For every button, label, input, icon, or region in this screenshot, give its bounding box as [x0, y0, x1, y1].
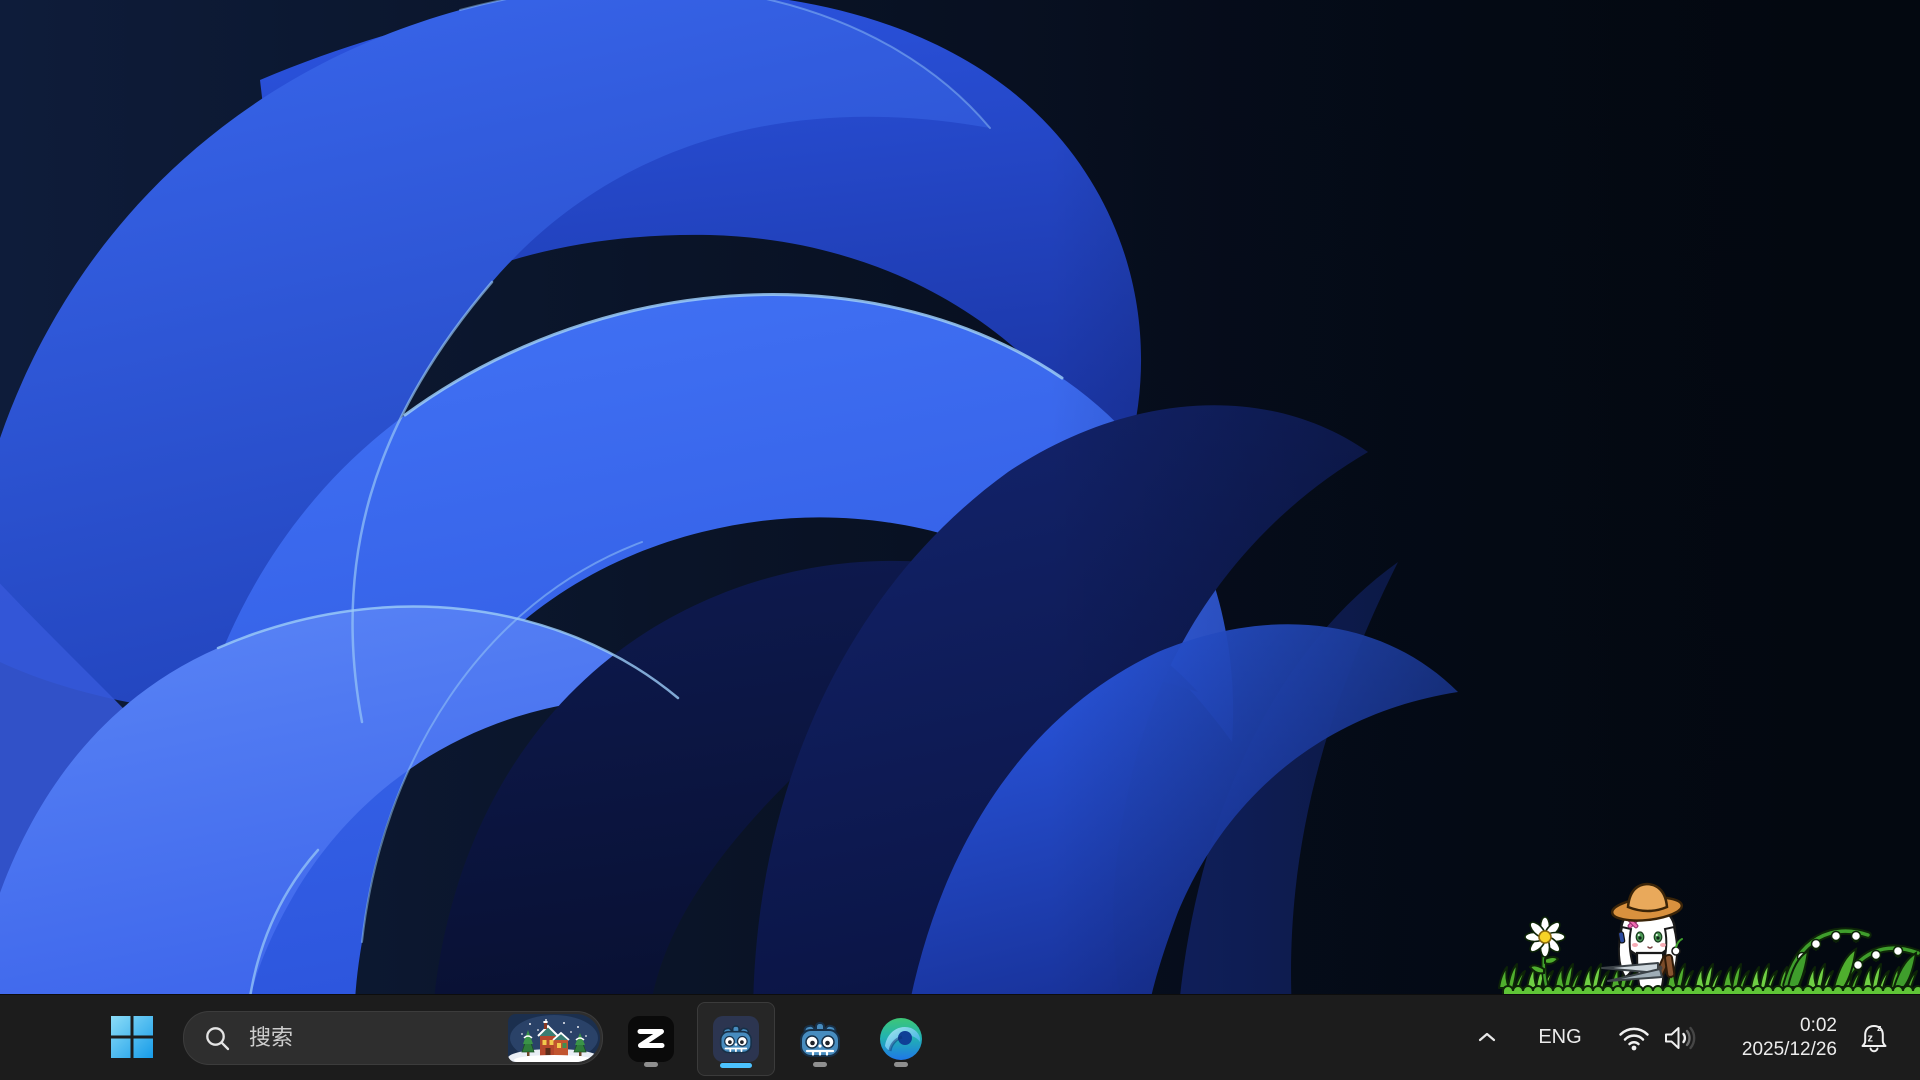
taskbar-app-godot[interactable] [790, 1004, 850, 1074]
windows-logo-icon [110, 1015, 154, 1059]
svg-text:z: z [1877, 1023, 1882, 1033]
active-indicator [720, 1063, 752, 1068]
chevron-up-icon [1477, 1031, 1497, 1043]
tray-wifi-button[interactable] [1608, 995, 1660, 1080]
tray-clock[interactable]: 0:02 2025/12/26 [1736, 995, 1843, 1080]
running-indicator [644, 1062, 658, 1067]
edge-icon [878, 1016, 924, 1062]
svg-text:z: z [1868, 1032, 1874, 1044]
search-highlight-image-christmas[interactable] [508, 1014, 600, 1062]
bell-do-not-disturb-icon: z z [1856, 1021, 1892, 1055]
godot-icon [713, 1016, 759, 1062]
start-button[interactable] [97, 1002, 167, 1072]
taskbar: ENG 0:02 2025/12/26 [0, 994, 1920, 1080]
taskbar-app-capcut[interactable] [621, 1004, 681, 1074]
wifi-icon [1618, 1025, 1650, 1051]
search-icon [204, 1025, 231, 1052]
screen: ENG 0:02 2025/12/26 [0, 0, 1920, 1080]
tray-language-indicator[interactable]: ENG [1526, 995, 1594, 1080]
taskbar-app-edge[interactable] [871, 1004, 931, 1074]
tray-show-hidden-icons-button[interactable] [1460, 1012, 1514, 1062]
tray-notification-button[interactable]: z z [1848, 995, 1900, 1080]
tray-volume-button[interactable] [1654, 995, 1706, 1080]
clock-time: 0:02 [1800, 1014, 1837, 1038]
running-indicator [894, 1062, 908, 1067]
running-indicator [813, 1062, 827, 1067]
taskbar-app-godot-active[interactable] [697, 1002, 775, 1076]
clock-date: 2025/12/26 [1742, 1038, 1837, 1062]
capcut-icon [628, 1016, 674, 1062]
search-bar[interactable] [183, 1011, 603, 1065]
speaker-icon [1663, 1025, 1697, 1051]
godot-icon [797, 1016, 843, 1062]
